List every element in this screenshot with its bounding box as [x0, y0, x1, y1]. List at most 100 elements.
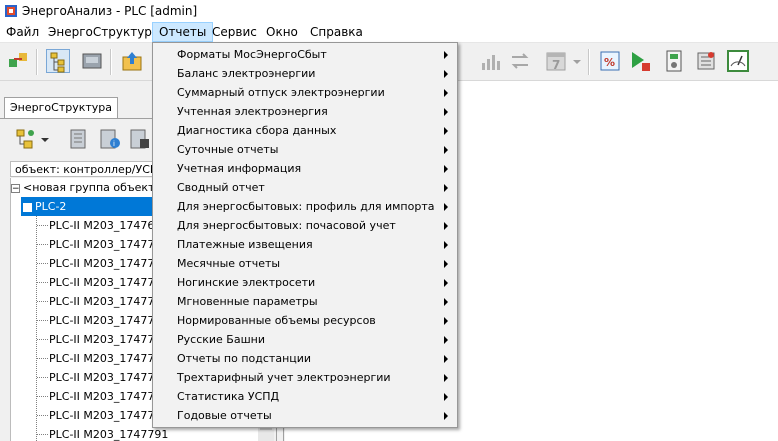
collapse-icon[interactable]: −	[23, 202, 32, 212]
server-info-icon[interactable]: i	[98, 127, 122, 151]
reports-menu-item[interactable]: Учетная информация	[153, 159, 457, 178]
device-icon[interactable]	[80, 49, 104, 73]
tree-item[interactable]: PLC-II M203_1747789	[49, 387, 168, 406]
menu-item-label: Платежные извещения	[177, 238, 313, 251]
tree-guide-line	[37, 415, 49, 416]
tree-item[interactable]: PLC-II M203_1747783	[49, 349, 168, 368]
tree-item[interactable]: PLC-II M203_1747789	[49, 406, 168, 425]
reports-menu-item[interactable]: Для энергосбытовых: профиль для импорта	[153, 197, 457, 216]
tree-guide-line	[37, 377, 49, 378]
reports-menu-item[interactable]: Русские Башни	[153, 330, 457, 349]
chevron-down-icon[interactable]	[38, 127, 52, 151]
reports-menu-item[interactable]: Мгновенные параметры	[153, 292, 457, 311]
reports-menu-item[interactable]: Годовые отчеты	[153, 406, 457, 425]
reports-menu-item[interactable]: Трехтарифный учет электроэнергии	[153, 368, 457, 387]
tree-item[interactable]: PLC-II M203_1747781	[49, 311, 168, 330]
submenu-arrow-icon	[444, 70, 448, 78]
reports-menu-item[interactable]: Диагностика сбора данных	[153, 121, 457, 140]
transfer-icon[interactable]	[508, 49, 532, 73]
menu-bar: Файл ЭнергоСтруктура Отчеты Сервис Окно …	[0, 22, 778, 43]
menu-service[interactable]: Сервис	[206, 22, 263, 42]
tree-item[interactable]: PLC-II M203_1747778	[49, 292, 168, 311]
submenu-arrow-icon	[444, 260, 448, 268]
gauge-icon[interactable]	[726, 49, 750, 73]
submenu-arrow-icon	[444, 374, 448, 382]
tab-energy-structure[interactable]: ЭнергоСтруктура	[4, 97, 118, 118]
tree-structure-icon[interactable]	[46, 49, 70, 73]
reports-menu-item[interactable]: Статистика УСПД	[153, 387, 457, 406]
menu-reports[interactable]: Отчеты	[152, 22, 214, 42]
menu-item-label: Ногинские электросети	[177, 276, 316, 289]
tree-item-label: PLC-2	[35, 200, 67, 213]
reports-menu-item[interactable]: Суммарный отпуск электроэнергии	[153, 83, 457, 102]
tree-guide-line	[37, 282, 49, 283]
database-icon[interactable]	[694, 49, 718, 73]
reports-menu-item[interactable]: Отчеты по подстанции	[153, 349, 457, 368]
tree-item[interactable]: PLC-II M203_1747776	[49, 273, 168, 292]
menu-item-label: Мгновенные параметры	[177, 295, 318, 308]
reports-menu-item[interactable]: Для энергосбытовых: почасовой учет	[153, 216, 457, 235]
menu-item-label: Для энергосбытовых: профиль для импорта	[177, 200, 435, 213]
percent-report-icon[interactable]: %	[598, 49, 622, 73]
svg-text:i: i	[113, 140, 115, 148]
chevron-down-icon[interactable]	[570, 49, 584, 73]
tree-guide-line	[37, 339, 49, 340]
reports-menu-item[interactable]: Суточные отчеты	[153, 140, 457, 159]
submenu-arrow-icon	[444, 412, 448, 420]
bar-chart-icon[interactable]	[478, 49, 502, 73]
menu-item-label: Статистика УСПД	[177, 390, 280, 403]
menu-item-label: Баланс электроэнергии	[177, 67, 316, 80]
tree-item[interactable]: PLC-II M203_1747781	[49, 330, 168, 349]
tree-item-selected[interactable]: − PLC-2	[21, 197, 163, 216]
menu-item-label: Суммарный отпуск электроэнергии	[177, 86, 385, 99]
submenu-arrow-icon	[444, 89, 448, 97]
menu-item-label: Форматы МосЭнергоСбыт	[177, 48, 327, 61]
menu-item-label: Нормированные объемы ресурсов	[177, 314, 376, 327]
tree-item[interactable]: PLC-II M203_1747791	[49, 425, 168, 441]
tree-guide-line	[37, 244, 49, 245]
reports-menu-item[interactable]: Ногинские электросети	[153, 273, 457, 292]
menu-help[interactable]: Справка	[304, 22, 369, 42]
play-stop-icon[interactable]	[628, 49, 652, 73]
menu-file[interactable]: Файл	[0, 22, 45, 42]
submenu-arrow-icon	[444, 203, 448, 211]
export-icon[interactable]	[120, 49, 144, 73]
tree-item-label: PLC-II M203_1747679	[49, 219, 169, 232]
submenu-arrow-icon	[444, 317, 448, 325]
menu-item-label: Отчеты по подстанции	[177, 352, 312, 365]
tree-guide-line	[37, 396, 49, 397]
server-icon[interactable]	[66, 127, 90, 151]
reports-menu-item[interactable]: Сводный отчет	[153, 178, 457, 197]
add-object-icon[interactable]	[12, 127, 36, 151]
tree-guide-line	[37, 263, 49, 264]
tree-item[interactable]: PLC-II M203_1747776	[49, 254, 168, 273]
reports-menu-item[interactable]: Учтенная электроэнергия	[153, 102, 457, 121]
link-icon[interactable]	[6, 49, 30, 73]
menu-item-label: Годовые отчеты	[177, 409, 272, 422]
column-header[interactable]: объект: контроллер/УСПД	[10, 161, 156, 177]
tree-guide-line	[37, 225, 49, 226]
menu-item-label: Учтенная электроэнергия	[177, 105, 328, 118]
submenu-arrow-icon	[444, 298, 448, 306]
calendar-icon[interactable]: 7	[544, 49, 568, 73]
menu-window[interactable]: Окно	[260, 22, 304, 42]
server-settings-icon[interactable]	[128, 127, 152, 151]
reports-menu-item[interactable]: Баланс электроэнергии	[153, 64, 457, 83]
tree-item-label: PLC-II M203_1747789	[49, 390, 169, 403]
menu-item-label: Для энергосбытовых: почасовой учет	[177, 219, 396, 232]
tree-guide-line	[37, 358, 49, 359]
tree-item[interactable]: PLC-II M203_1747783	[49, 368, 168, 387]
reports-menu-item[interactable]: Форматы МосЭнергоСбыт	[153, 45, 457, 64]
collapse-icon[interactable]: −	[11, 183, 20, 193]
window-title: ЭнергоАнализ - PLC [admin]	[22, 4, 198, 18]
tree-item[interactable]: PLC-II M203_1747679	[49, 216, 168, 235]
reports-menu-item[interactable]: Нормированные объемы ресурсов	[153, 311, 457, 330]
reports-menu-item[interactable]: Платежные извещения	[153, 235, 457, 254]
submenu-arrow-icon	[444, 393, 448, 401]
meter-icon[interactable]	[662, 49, 686, 73]
tree-guide-line	[37, 301, 49, 302]
reports-menu-item[interactable]: Месячные отчеты	[153, 254, 457, 273]
title-bar: ЭнергоАнализ - PLC [admin]	[0, 0, 778, 22]
menu-energy-structure[interactable]: ЭнергоСтруктура	[42, 22, 165, 42]
tree-item[interactable]: PLC-II M203_1747775	[49, 235, 168, 254]
